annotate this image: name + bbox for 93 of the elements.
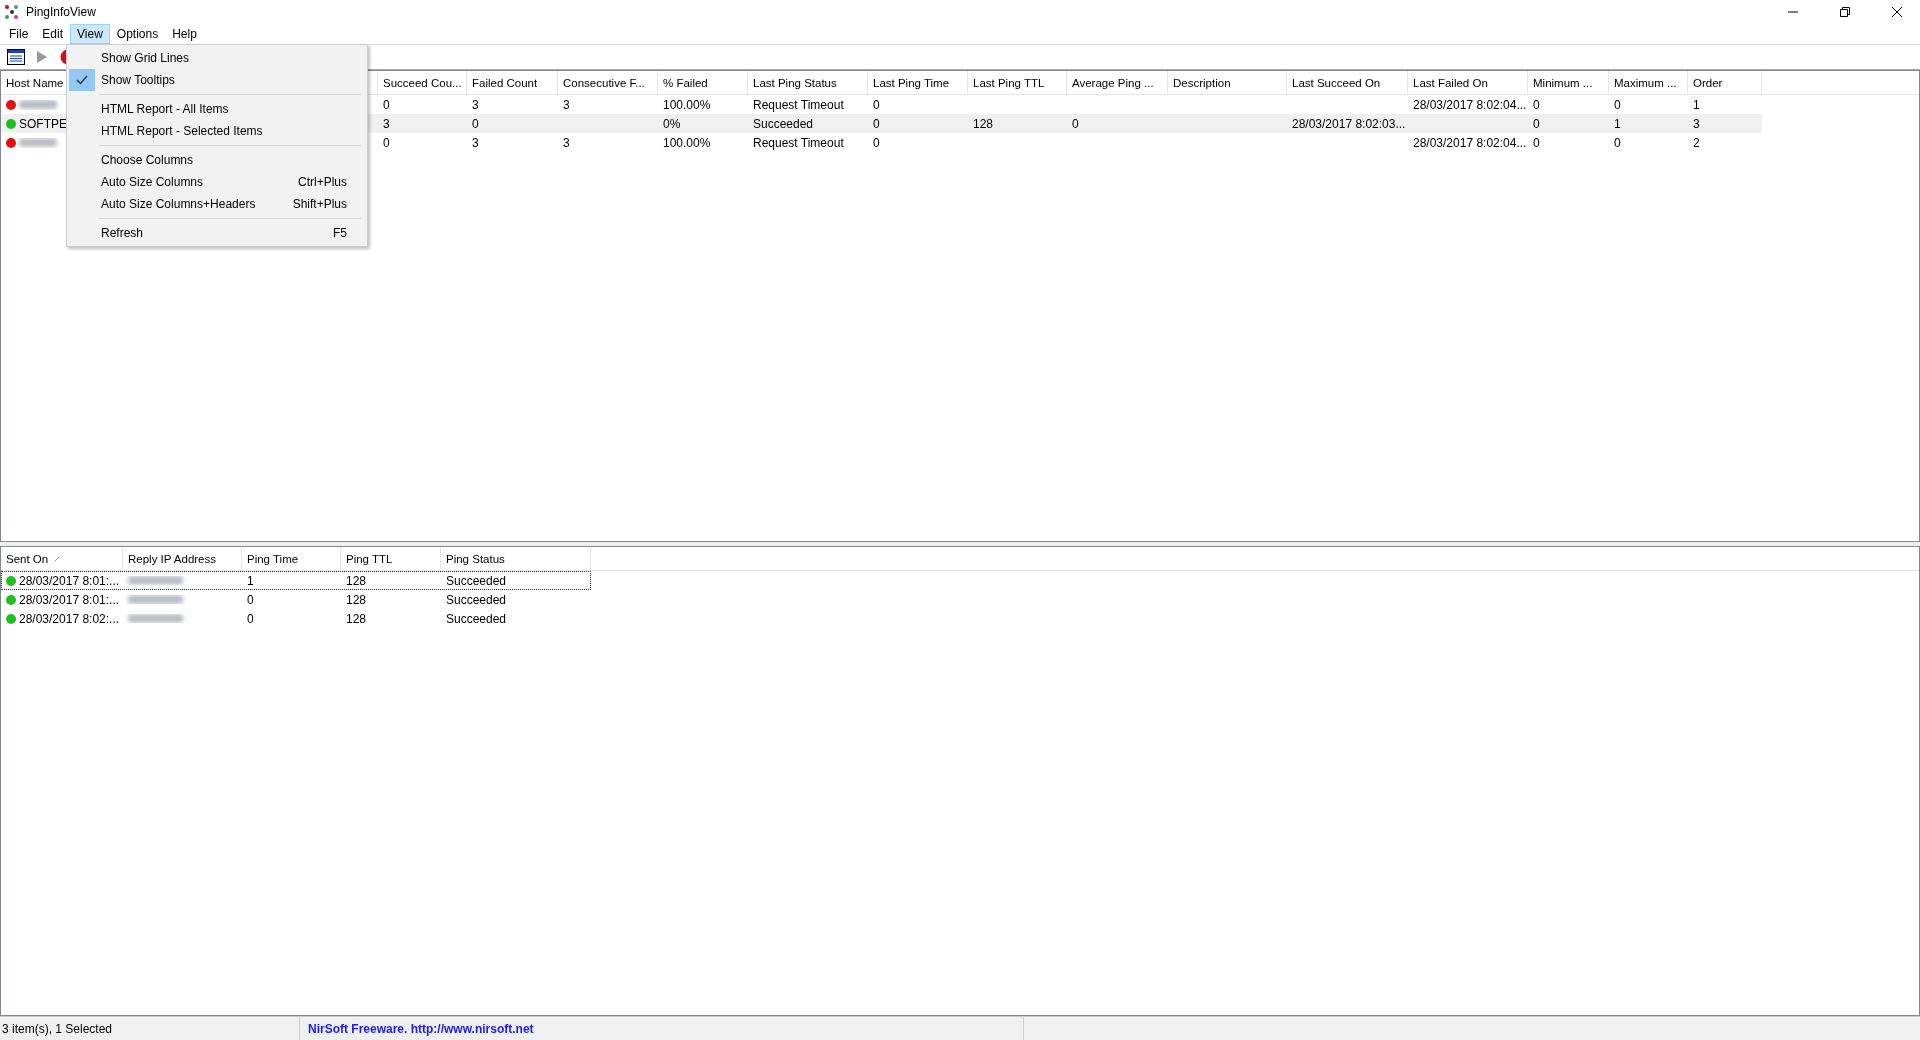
menu-item[interactable]: Auto Size Columns Ctrl+Plus — [69, 171, 365, 193]
column-header[interactable]: Ping Status — [441, 547, 591, 570]
column-header[interactable]: Sent On — [1, 547, 123, 570]
column-header[interactable]: Order — [1688, 71, 1762, 94]
column-header[interactable]: Consecutive F... — [558, 71, 658, 94]
table-cell: 0 — [1614, 135, 1621, 150]
table-cell: 0 — [873, 97, 880, 112]
table-cell: 2 — [1693, 135, 1700, 150]
column-header[interactable]: Succeed Cou... — [378, 71, 467, 94]
menu-item[interactable]: Show Tooltips — [69, 69, 365, 91]
table-cell: 3 — [383, 116, 390, 131]
column-header[interactable]: Minimum ... — [1528, 71, 1609, 94]
restore-icon[interactable] — [1840, 7, 1850, 17]
table-cell: 3 — [1693, 116, 1700, 131]
menu-item[interactable]: Auto Size Columns+Headers Shift+Plus — [69, 193, 365, 215]
table-cell: 100.00% — [663, 97, 711, 112]
table-cell: 0 — [1614, 97, 1621, 112]
table-cell: 100.00% — [663, 135, 711, 150]
table-cell: Request Timeout — [753, 97, 844, 112]
table-cell: Request Timeout — [753, 135, 844, 150]
table-cell: Succeeded — [446, 573, 507, 588]
list-icon[interactable] — [6, 47, 26, 67]
table-cell: 0 — [1533, 97, 1540, 112]
table-cell: Succeeded — [753, 116, 814, 131]
website-link[interactable]: NirSoft Freeware. http://www.nirsoft.net — [302, 1021, 534, 1036]
table-cell: 128 — [346, 611, 367, 626]
menu-bar-item[interactable]: Help — [165, 24, 204, 44]
table-cell: Succeeded — [446, 592, 507, 607]
menu-item[interactable]: HTML Report - All Items — [69, 98, 365, 120]
shortcut-label: Ctrl+Plus — [298, 175, 347, 189]
table-cell: 28/03/2017 8:02:03... — [1292, 116, 1406, 131]
host-name: SOFTPE — [19, 116, 67, 131]
column-header[interactable]: % Failed — [658, 71, 748, 94]
table-cell: 0 — [873, 135, 880, 150]
column-header[interactable]: Description — [1168, 71, 1287, 94]
table-cell: 128 — [346, 592, 367, 607]
column-header[interactable]: Last Failed On — [1408, 71, 1528, 94]
table-cell: 0 — [472, 116, 479, 131]
table-cell: 1 — [1693, 97, 1700, 112]
shortcut-label: Shift+Plus — [292, 197, 347, 211]
column-header[interactable]: Maximum ... — [1609, 71, 1688, 94]
column-header[interactable]: Last Succeed On — [1287, 71, 1408, 94]
table-cell: 1 — [1614, 116, 1621, 131]
table-cell: 28/03/2017 8:01:... — [19, 592, 120, 607]
column-header[interactable]: Last Ping Status — [748, 71, 868, 94]
table-cell: 128 — [973, 116, 994, 131]
table-cell: 0 — [873, 116, 880, 131]
column-header[interactable]: Ping TTL — [341, 547, 441, 570]
app-icon — [4, 4, 20, 20]
column-header[interactable]: Last Ping Time — [868, 71, 968, 94]
menu-item[interactable]: Choose Columns — [69, 149, 365, 171]
blurred-text — [19, 138, 57, 147]
shortcut-label: F5 — [333, 226, 347, 240]
table-cell: Succeeded — [446, 611, 507, 626]
table-cell: 28/03/2017 8:01:... — [19, 573, 120, 588]
menu-item[interactable]: Refresh F5 — [69, 222, 365, 244]
blurred-text — [128, 595, 183, 604]
menu-item[interactable]: Show Grid Lines — [69, 47, 365, 69]
menu-bar-item[interactable]: File — [2, 24, 36, 44]
menu-bar-item[interactable]: Edit — [35, 24, 71, 44]
menu-bar-item[interactable]: View — [70, 24, 110, 44]
checkmark-icon — [76, 75, 88, 85]
table-cell: 0 — [1072, 116, 1079, 131]
table-cell: 0 — [247, 611, 254, 626]
table-cell: 28/03/2017 8:02:04... — [1413, 135, 1527, 150]
close-icon[interactable] — [1892, 7, 1902, 17]
menu-item[interactable]: HTML Report - Selected Items — [69, 120, 365, 142]
column-header[interactable]: Reply IP Address — [123, 547, 242, 570]
table-cell: 0 — [383, 97, 390, 112]
column-header[interactable]: Average Ping ... — [1067, 71, 1168, 94]
table-cell: 3 — [472, 97, 479, 112]
table-cell: 1 — [247, 573, 254, 588]
status-text: 3 item(s), 1 Selected — [2, 1021, 113, 1036]
table-cell: 0% — [663, 116, 681, 131]
column-header[interactable]: Failed Count — [467, 71, 558, 94]
table-cell: 128 — [346, 573, 367, 588]
table-cell: 3 — [472, 135, 479, 150]
window-title: PingInfoView — [26, 5, 97, 19]
blurred-text — [128, 614, 183, 623]
table-cell: 0 — [1533, 116, 1540, 131]
table-cell: 0 — [1533, 135, 1540, 150]
table-cell: 28/03/2017 8:02:04... — [1413, 97, 1527, 112]
menu-bar-item[interactable]: Options — [109, 24, 166, 44]
blurred-text — [128, 576, 183, 585]
sort-icon — [54, 555, 61, 562]
table-cell: 28/03/2017 8:02:... — [19, 611, 120, 626]
column-header[interactable]: Last Ping TTL — [968, 71, 1067, 94]
column-header[interactable]: Ping Time — [242, 547, 341, 570]
table-cell: 0 — [247, 592, 254, 607]
table-cell: 3 — [563, 97, 570, 112]
table-cell: 3 — [563, 135, 570, 150]
table-cell: 0 — [383, 135, 390, 150]
blurred-text — [19, 100, 57, 109]
